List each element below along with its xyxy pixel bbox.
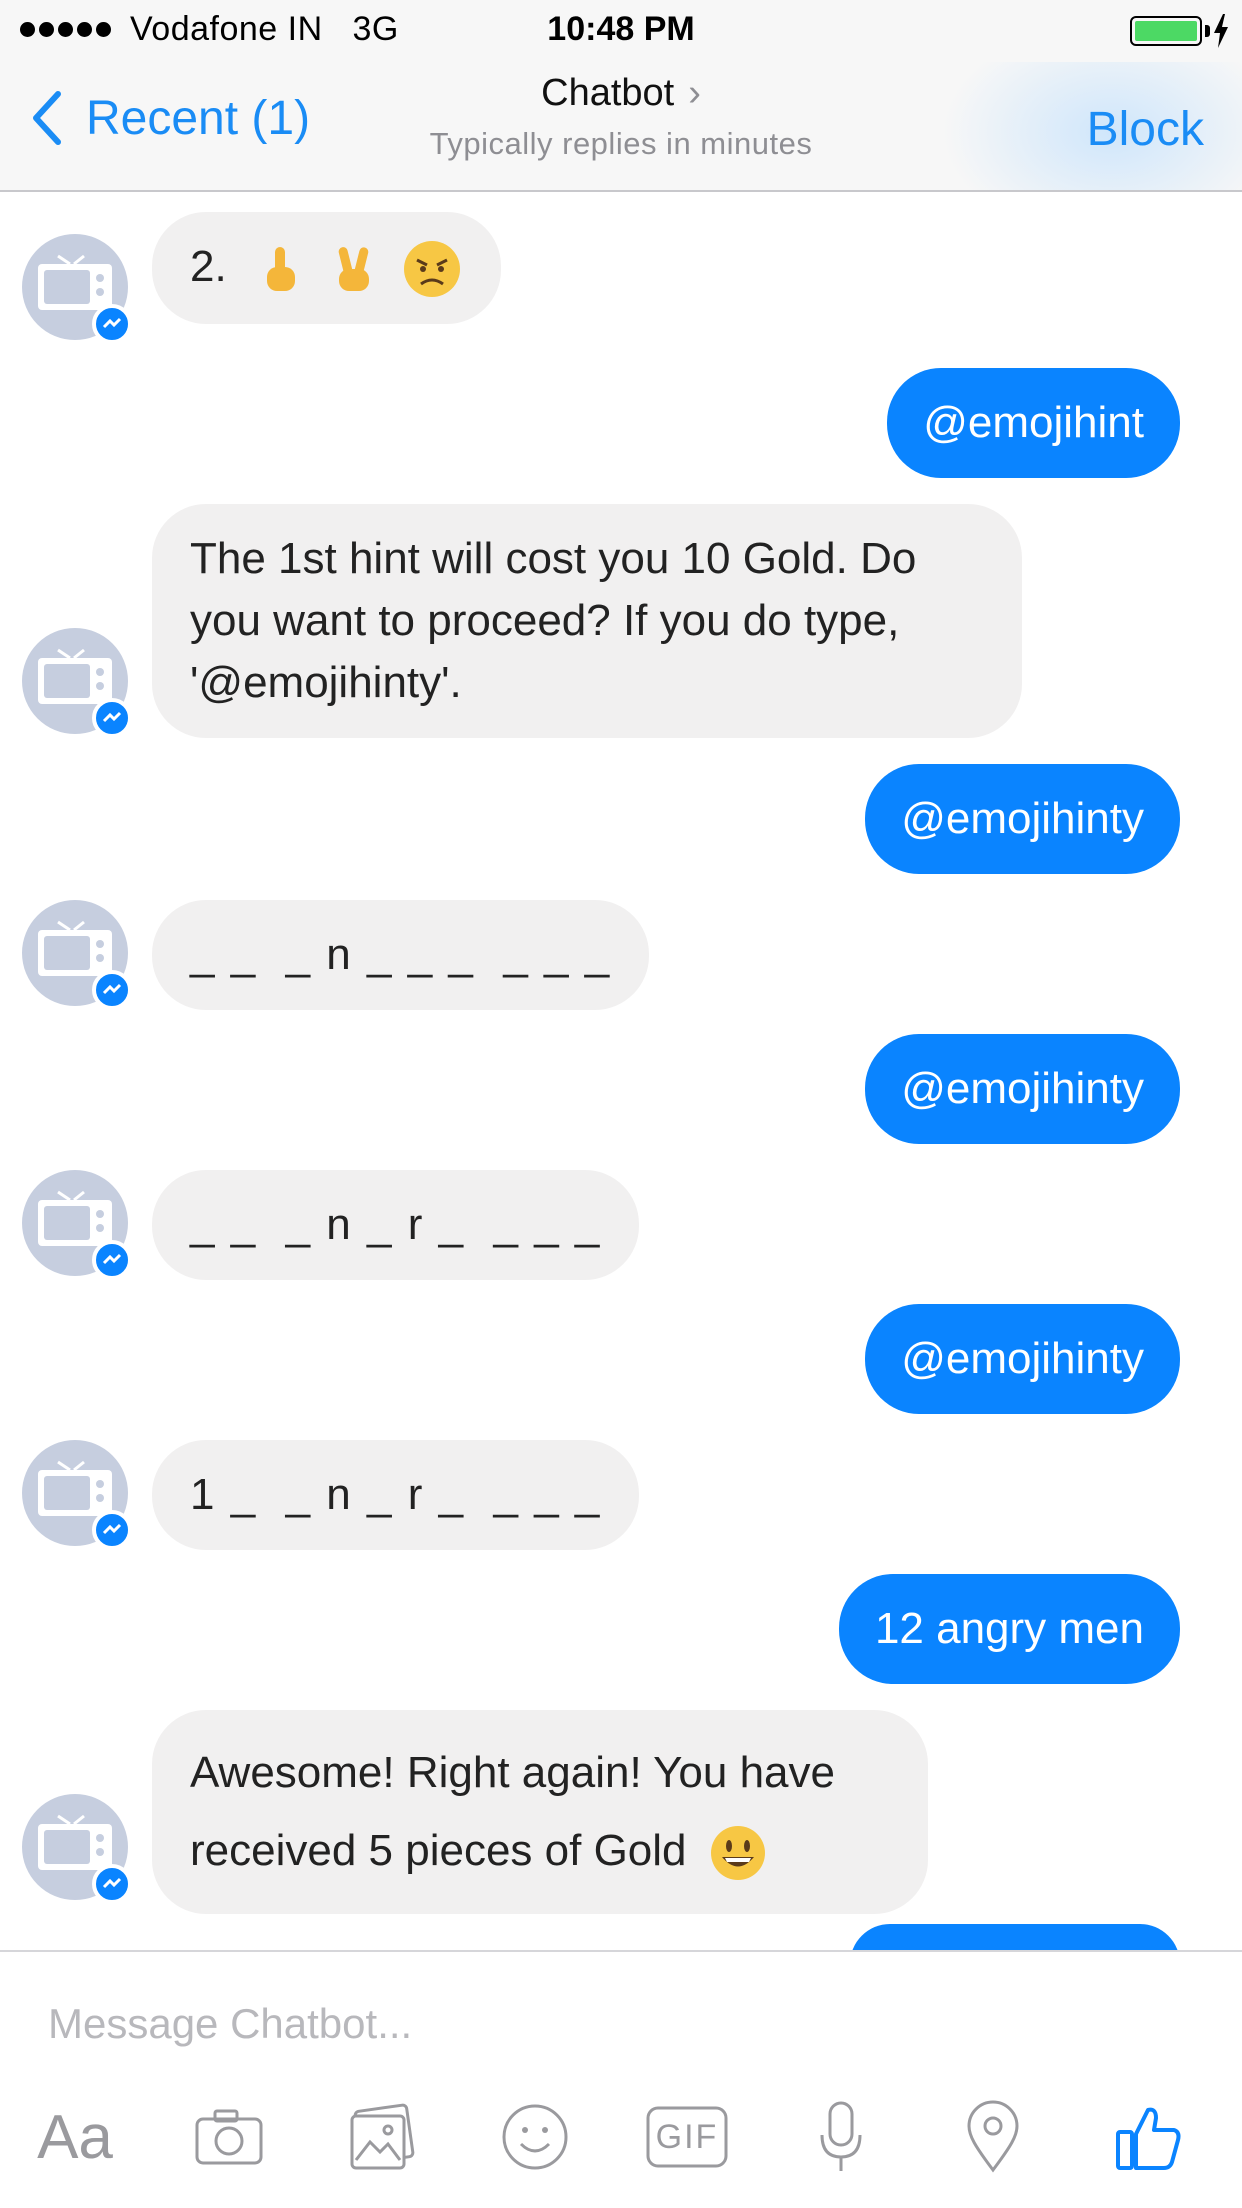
message-bubble-incoming[interactable]: 1 _ _ n _ r _ _ _ _ xyxy=(152,1440,640,1550)
conversation-title-text: Chatbot xyxy=(541,72,675,114)
message-bubble-outgoing[interactable]: @emojihinty xyxy=(865,1034,1180,1144)
messenger-badge-icon xyxy=(92,970,132,1010)
messenger-badge-icon xyxy=(92,304,132,344)
location-icon[interactable] xyxy=(948,2092,1038,2182)
messenger-badge-icon xyxy=(92,698,132,738)
gif-icon[interactable]: GIF xyxy=(642,2092,732,2182)
message-bubble-outgoing[interactable]: @emojihinty xyxy=(865,764,1180,874)
message-bubble-incoming[interactable]: _ _ _ n _ _ _ _ _ _ xyxy=(152,900,650,1010)
message-bubble-outgoing[interactable]: @emojihinty xyxy=(865,1304,1180,1414)
message-text: _ _ _ n _ r _ _ _ _ xyxy=(190,1200,602,1249)
emoji-icon[interactable] xyxy=(490,2092,580,2182)
message-bubble-outgoing-partial[interactable] xyxy=(850,1924,1180,1950)
status-time: 10:48 PM xyxy=(547,10,695,48)
conversation-subtitle: Typically replies in minutes xyxy=(429,126,813,161)
message-text: @emojihinty xyxy=(901,794,1144,843)
message-bubble-incoming[interactable]: 2. xyxy=(152,212,502,325)
smiling-face-emoji-icon xyxy=(710,1826,765,1881)
message-text: @emojihinty xyxy=(901,1064,1144,1113)
message-bubble-outgoing[interactable]: 12 angry men xyxy=(838,1574,1180,1684)
status-bar: Vodafone IN 3G 10:48 PM xyxy=(0,0,1242,62)
camera-icon[interactable] xyxy=(184,2092,274,2182)
message-text: @emojihint xyxy=(923,398,1144,447)
message-bubble-incoming[interactable]: Awesome! Right again! You have received … xyxy=(152,1710,928,1914)
messenger-badge-icon xyxy=(92,1864,132,1904)
message-bubble-incoming[interactable]: The 1st hint will cost you 10 Gold. Do y… xyxy=(152,504,1022,738)
message-bubble-outgoing[interactable]: @emojihint xyxy=(887,368,1180,478)
chatbot-avatar[interactable] xyxy=(22,628,132,738)
chatbot-avatar[interactable] xyxy=(22,1794,132,1904)
microphone-icon[interactable] xyxy=(796,2092,886,2182)
thumbs-up-icon[interactable] xyxy=(1104,2092,1194,2182)
message-input[interactable] xyxy=(48,1992,1188,2056)
message-text: 12 angry men xyxy=(874,1604,1144,1653)
messenger-badge-icon xyxy=(92,1510,132,1550)
text-format-icon[interactable]: Aa xyxy=(30,2092,120,2182)
photo-icon[interactable] xyxy=(336,2092,426,2182)
message-text: The 1st hint will cost you 10 Gold. Do y… xyxy=(190,534,917,707)
chevron-right-icon: › xyxy=(688,72,701,114)
text-format-label: Aa xyxy=(37,2102,113,2172)
message-bubble-incoming[interactable]: _ _ _ n _ r _ _ _ _ xyxy=(152,1170,640,1280)
gif-label: GIF xyxy=(655,2118,719,2156)
charging-bolt-icon xyxy=(1214,14,1228,48)
chatbot-avatar[interactable] xyxy=(22,900,132,1010)
pointing-up-emoji-icon xyxy=(266,247,295,292)
message-text: _ _ _ n _ _ _ _ _ _ xyxy=(190,930,612,979)
navigation-bar: Recent (1) Chatbot › Typically replies in… xyxy=(0,62,1242,192)
block-button[interactable]: Block xyxy=(1087,102,1204,157)
message-composer: Aa GIF xyxy=(0,1950,1242,2208)
victory-hand-emoji-icon xyxy=(338,247,370,292)
chatbot-avatar[interactable] xyxy=(22,1170,132,1280)
battery-fill xyxy=(1135,21,1197,41)
message-list[interactable]: 2. @emojihint The 1st hint will cost you… xyxy=(0,194,1242,1950)
conversation-title[interactable]: Chatbot › xyxy=(0,72,1242,115)
message-text: 1 _ _ n _ r _ _ _ _ xyxy=(190,1470,602,1519)
message-text: @emojihinty xyxy=(901,1334,1144,1383)
composer-toolbar: Aa GIF xyxy=(0,2092,1242,2192)
battery-tip xyxy=(1205,25,1210,37)
messenger-badge-icon xyxy=(92,1240,132,1280)
chatbot-avatar[interactable] xyxy=(22,234,132,344)
angry-face-emoji-icon xyxy=(404,241,461,298)
battery-icon xyxy=(1130,16,1202,46)
message-text: 2. xyxy=(190,242,227,291)
chatbot-avatar[interactable] xyxy=(22,1440,132,1550)
